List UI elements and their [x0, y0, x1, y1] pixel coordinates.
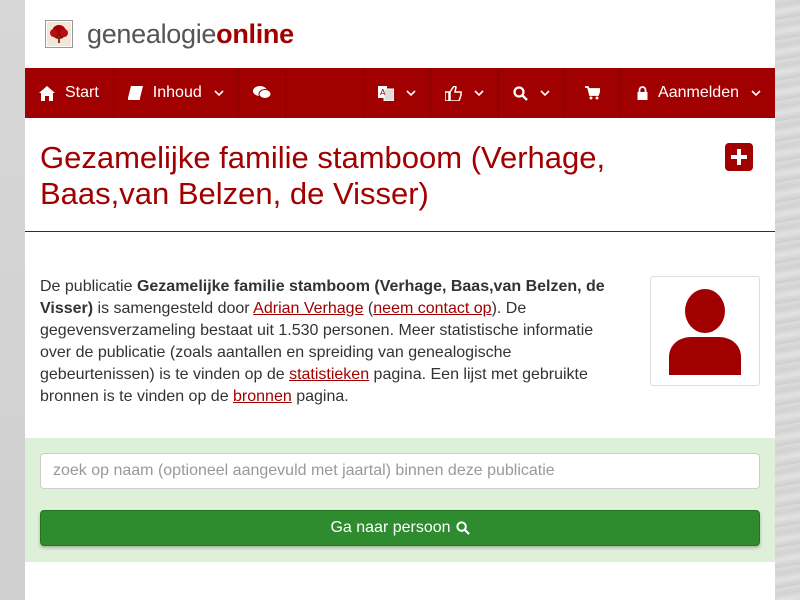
- search-icon: [455, 521, 470, 535]
- main-navbar: Start Inhoud A Aanmelden: [25, 68, 775, 118]
- nav-inhoud-label: Inhoud: [152, 84, 202, 101]
- add-button[interactable]: [725, 143, 753, 171]
- tree-icon[interactable]: [45, 20, 73, 48]
- chevron-down-icon: [540, 89, 550, 97]
- nav-search[interactable]: [498, 68, 564, 118]
- nav-cart[interactable]: [564, 68, 620, 118]
- lock-icon: [637, 86, 648, 100]
- nav-start[interactable]: Start: [25, 68, 114, 118]
- plus-icon: [730, 148, 748, 166]
- nav-language[interactable]: A: [363, 68, 430, 118]
- publication-info: De publicatie Gezamelijke familie stambo…: [25, 232, 775, 438]
- desc-part2: is samengesteld door: [93, 300, 254, 317]
- logo-text-part2: online: [216, 18, 294, 49]
- page-container: genealogieonline Start Inhoud A Aanmelde…: [25, 0, 775, 600]
- desc-part3: (: [363, 300, 374, 317]
- nav-inhoud[interactable]: Inhoud: [114, 68, 239, 118]
- home-icon: [39, 85, 55, 101]
- thumbs-up-icon: [445, 85, 462, 101]
- chevron-down-icon: [751, 89, 761, 97]
- site-logo[interactable]: genealogieonline: [87, 19, 294, 50]
- nav-aanmelden[interactable]: Aanmelden: [620, 68, 775, 118]
- chevron-down-icon: [214, 89, 224, 97]
- shopping-cart-icon: [585, 86, 601, 100]
- logo-text-part1: genealogie: [87, 18, 217, 49]
- title-section: Gezamelijke familie stamboom (Verhage, B…: [25, 118, 775, 232]
- chevron-down-icon: [474, 89, 484, 97]
- user-icon: [658, 284, 752, 378]
- statistics-link[interactable]: statistieken: [289, 366, 369, 383]
- author-avatar[interactable]: [650, 276, 760, 386]
- nav-aanmelden-label: Aanmelden: [658, 84, 739, 101]
- publication-description: De publicatie Gezamelijke familie stambo…: [40, 276, 620, 408]
- chevron-down-icon: [406, 89, 416, 97]
- author-link[interactable]: Adrian Verhage: [253, 300, 363, 317]
- translate-icon: A: [378, 85, 395, 101]
- background-left: [0, 0, 25, 600]
- background-right-manuscript: [775, 0, 800, 600]
- comments-icon: [252, 86, 271, 100]
- person-search: Ga naar persoon: [25, 438, 775, 562]
- desc-intro: De publicatie: [40, 278, 137, 295]
- go-to-person-label: Ga naar persoon: [330, 519, 451, 536]
- nav-like[interactable]: [430, 68, 498, 118]
- book-icon: [127, 86, 143, 100]
- sources-link[interactable]: bronnen: [233, 388, 292, 405]
- site-header: genealogieonline: [25, 0, 775, 68]
- nav-chat[interactable]: [239, 68, 286, 118]
- desc-part6: pagina.: [291, 388, 349, 405]
- nav-start-label: Start: [65, 84, 99, 101]
- person-search-input[interactable]: [40, 453, 760, 489]
- go-to-person-button[interactable]: Ga naar persoon: [40, 510, 760, 546]
- contact-link[interactable]: neem contact op: [373, 300, 491, 317]
- svg-text:A: A: [380, 88, 386, 97]
- search-icon: [513, 85, 528, 101]
- page-title: Gezamelijke familie stamboom (Verhage, B…: [40, 140, 606, 211]
